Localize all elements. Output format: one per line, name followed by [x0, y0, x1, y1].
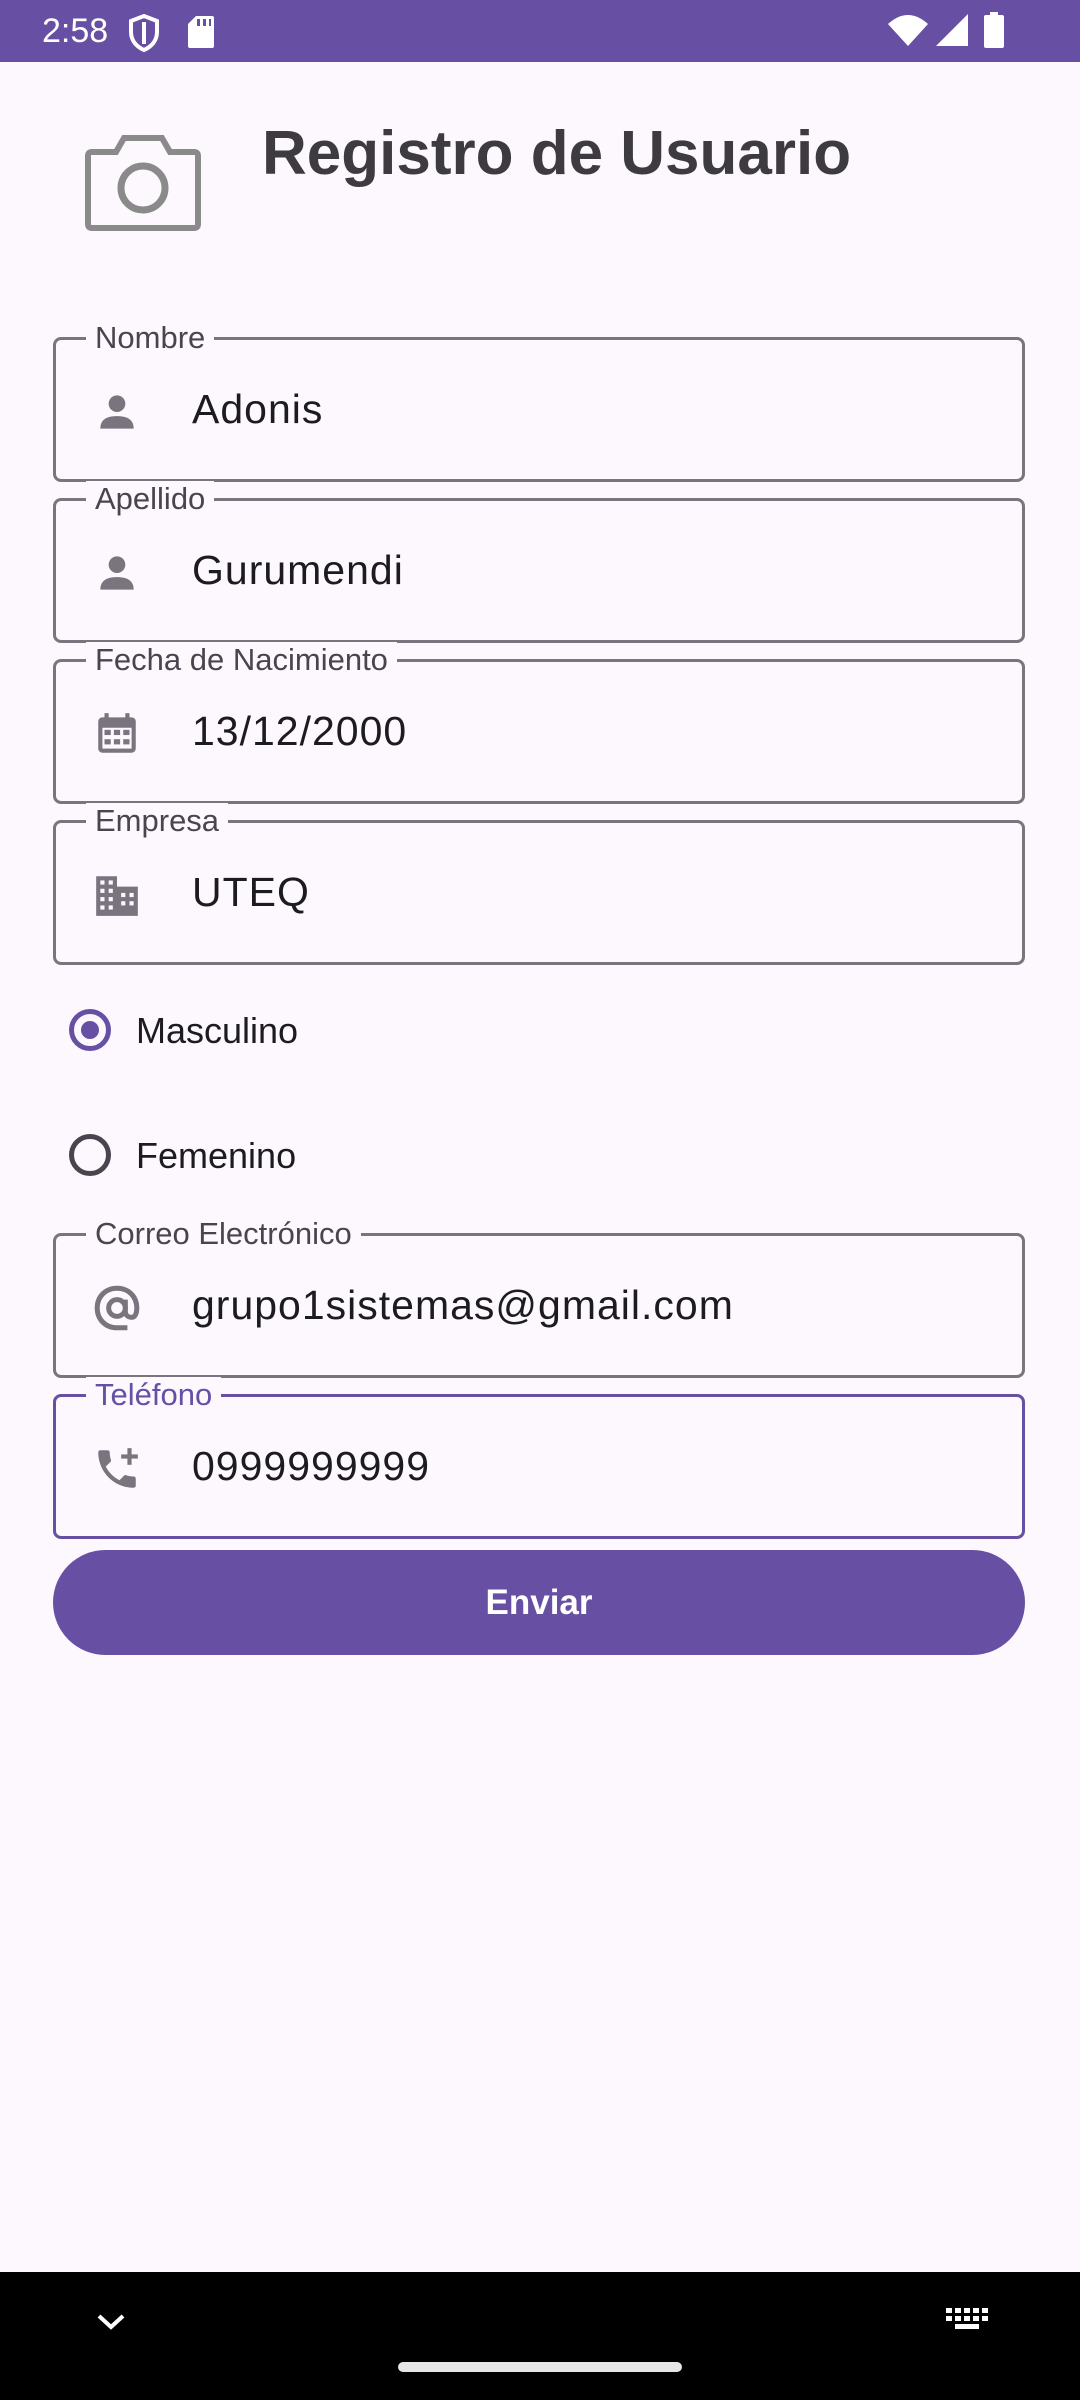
apellido-input[interactable]: Gurumendi — [192, 544, 404, 596]
fecha-nacimiento-input[interactable]: 13/12/2000 — [192, 705, 407, 757]
page-title: Registro de Usuario — [262, 119, 852, 188]
empresa-field[interactable]: Empresa UTEQ — [53, 803, 1025, 965]
sd-card-icon — [188, 16, 214, 48]
at-icon — [94, 1285, 140, 1331]
fecha-nacimiento-field[interactable]: Fecha de Nacimiento 13/12/2000 — [53, 642, 1025, 804]
business-icon — [96, 876, 138, 916]
wifi-icon — [888, 15, 928, 46]
shield-icon — [129, 14, 159, 52]
radio-dot — [81, 1021, 99, 1039]
radio-button-checked[interactable] — [69, 1009, 111, 1051]
battery-icon — [984, 12, 1004, 48]
radio-masculino-label: Masculino — [136, 1010, 299, 1051]
apellido-label: Apellido — [86, 481, 215, 517]
nombre-field[interactable]: Nombre Adonis — [53, 320, 1025, 482]
add-call-icon — [98, 1448, 138, 1488]
telefono-label: Teléfono — [86, 1377, 222, 1413]
correo-input[interactable]: grupo1sistemas@gmail.com — [192, 1279, 734, 1331]
apellido-field[interactable]: Apellido Gurumendi — [53, 481, 1025, 643]
correo-label: Correo Electrónico — [86, 1216, 361, 1252]
person-icon — [100, 556, 134, 590]
enviar-button[interactable]: Enviar — [53, 1550, 1025, 1655]
empresa-label: Empresa — [86, 803, 229, 839]
empresa-input[interactable]: UTEQ — [192, 866, 310, 918]
keyboard-icon[interactable] — [946, 2308, 990, 2334]
chevron-down-icon[interactable] — [96, 2312, 126, 2332]
radio-femenino-label: Femenino — [136, 1135, 297, 1176]
signal-icon — [936, 14, 968, 46]
nombre-label: Nombre — [86, 320, 215, 356]
status-bar: 2:58 — [0, 0, 1080, 62]
telefono-field[interactable]: Teléfono 0999999999 — [53, 1377, 1025, 1539]
camera-icon[interactable] — [84, 132, 202, 232]
correo-field[interactable]: Correo Electrónico grupo1sistemas@gmail.… — [53, 1216, 1025, 1378]
calendar-icon — [98, 713, 136, 753]
home-gesture-handle[interactable] — [398, 2362, 682, 2372]
navigation-bar — [0, 2272, 1080, 2400]
status-time: 2:58 — [42, 12, 109, 50]
person-icon — [100, 395, 134, 429]
telefono-input[interactable]: 0999999999 — [192, 1440, 430, 1492]
nombre-input[interactable]: Adonis — [192, 383, 323, 435]
fecha-nacimiento-label: Fecha de Nacimiento — [86, 642, 397, 678]
radio-button-unchecked[interactable] — [69, 1134, 111, 1176]
